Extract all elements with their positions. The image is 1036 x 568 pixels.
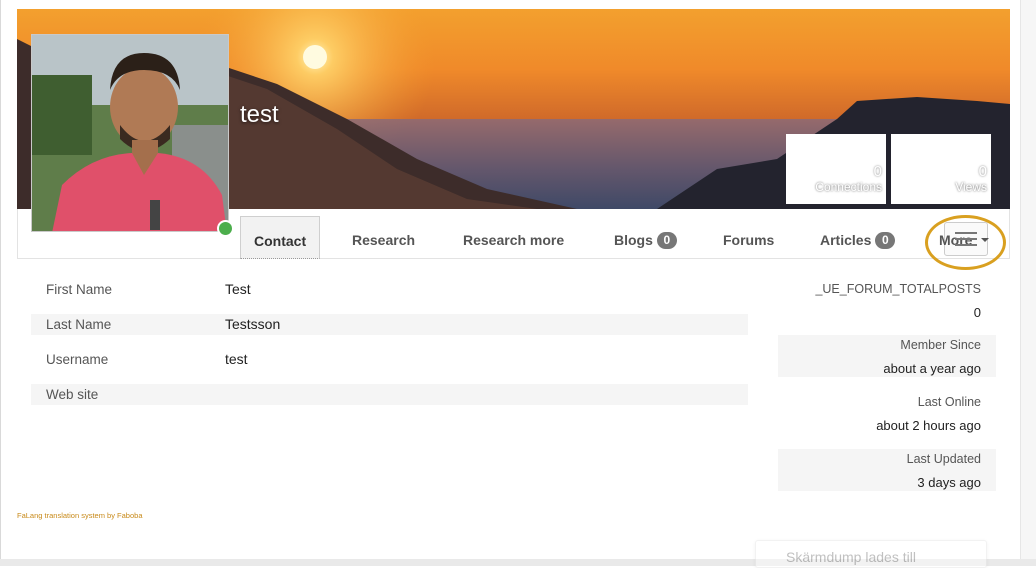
- toast-text: Skärmdump lades till: [786, 549, 916, 565]
- tab-blogs-label: Blogs: [614, 232, 653, 248]
- tab-research-more[interactable]: Research more: [463, 222, 564, 258]
- connections-stat[interactable]: 0 Connections: [786, 134, 886, 204]
- tab-contact[interactable]: Contact: [240, 216, 321, 259]
- member-since-block: Member Since about a year ago: [778, 335, 996, 377]
- tab-forums-label: Forums: [723, 232, 775, 248]
- field-username: Username test: [31, 349, 748, 370]
- tab-contact-label: Contact: [254, 233, 307, 249]
- connections-label: Connections: [815, 180, 882, 194]
- member-since-label: Member Since: [900, 338, 981, 352]
- highlight-annotation: [925, 215, 1006, 270]
- avatar[interactable]: [31, 34, 229, 232]
- field-label: Last Name: [46, 317, 112, 332]
- footer-credit-link[interactable]: FaLang translation system by Faboba: [17, 511, 143, 520]
- tab-articles[interactable]: Articles 0: [820, 222, 896, 258]
- member-since-value: about a year ago: [883, 361, 981, 376]
- tab-research-label: Research: [352, 232, 416, 248]
- views-stat[interactable]: 0 Views: [891, 134, 991, 204]
- field-first-name: First Name Test: [31, 279, 748, 300]
- field-value: test: [225, 351, 248, 367]
- connections-count: 0: [873, 163, 882, 180]
- last-online-block: Last Online about 2 hours ago: [778, 392, 996, 434]
- forum-posts-label: _UE_FORUM_TOTALPOSTS: [815, 282, 981, 296]
- blogs-count-badge: 0: [656, 232, 677, 249]
- field-website: Web site: [31, 384, 748, 405]
- forum-posts-value: 0: [973, 305, 981, 320]
- last-online-label: Last Online: [917, 395, 981, 409]
- forum-posts-block: _UE_FORUM_TOTALPOSTS 0: [778, 279, 996, 320]
- last-updated-label: Last Updated: [906, 452, 981, 466]
- screenshot-toast[interactable]: Skärmdump lades till: [755, 540, 987, 568]
- tab-research[interactable]: Research: [352, 222, 415, 258]
- field-label: First Name: [46, 282, 113, 297]
- views-count: 0: [978, 163, 987, 180]
- tab-blogs[interactable]: Blogs 0: [614, 222, 677, 258]
- last-updated-value: 3 days ago: [917, 475, 981, 490]
- last-online-value: about 2 hours ago: [876, 418, 981, 433]
- articles-count-badge: 0: [875, 232, 896, 249]
- field-value: Testsson: [225, 316, 281, 332]
- tab-research-more-label: Research more: [463, 232, 565, 248]
- views-label: Views: [955, 180, 987, 194]
- field-label: Username: [46, 352, 109, 367]
- field-label: Web site: [46, 387, 99, 402]
- profile-name: test: [240, 101, 279, 128]
- last-updated-block: Last Updated 3 days ago: [778, 449, 996, 491]
- scrollbar[interactable]: [1020, 0, 1036, 566]
- page-border-left: [0, 0, 1, 566]
- tab-forums[interactable]: Forums: [723, 222, 774, 258]
- online-status-indicator: [217, 220, 234, 237]
- field-last-name: Last Name Testsson: [31, 314, 748, 335]
- tab-articles-label: Articles: [820, 232, 872, 248]
- field-value: Test: [225, 281, 251, 297]
